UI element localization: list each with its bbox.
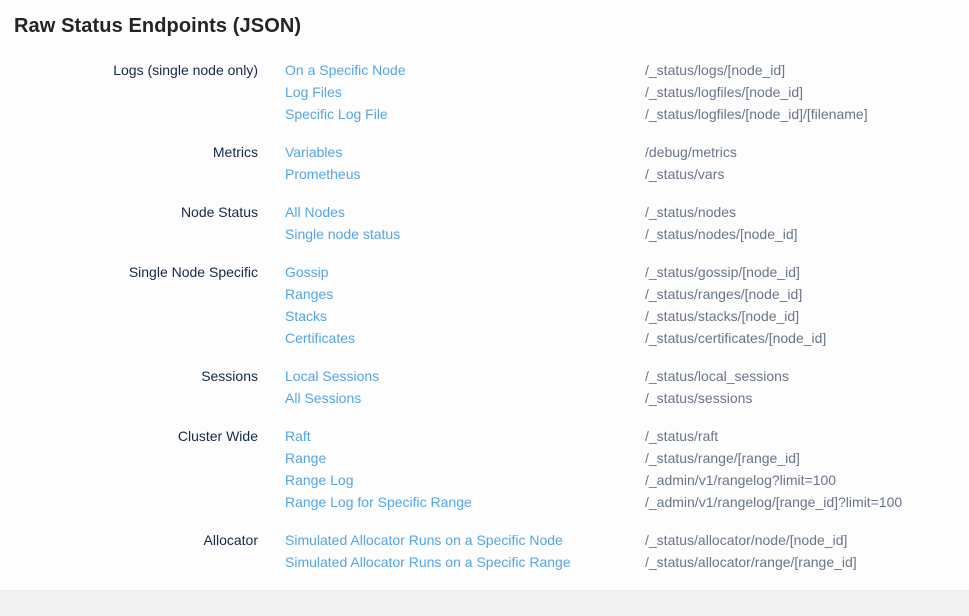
endpoint-link-cell: Raft (258, 425, 645, 447)
category-label: Single Node Specific (0, 261, 258, 283)
endpoint-row: Log Files /_status/logfiles/[node_id] (0, 81, 969, 103)
endpoint-path: /_status/allocator/range/[range_id] (645, 551, 969, 573)
endpoint-link-cell: Gossip (258, 261, 645, 283)
endpoint-link[interactable]: Raft (285, 428, 311, 444)
endpoint-row: Single Node Specific Gossip /_status/gos… (0, 261, 969, 283)
endpoint-row: Allocator Simulated Allocator Runs on a … (0, 529, 969, 551)
endpoint-link-cell: Range Log for Specific Range (258, 491, 645, 513)
category-label: Metrics (0, 141, 258, 163)
endpoint-row: All Sessions /_status/sessions (0, 387, 969, 409)
endpoint-row: Range Log for Specific Range /_admin/v1/… (0, 491, 969, 513)
endpoint-link-cell: Stacks (258, 305, 645, 327)
endpoint-link[interactable]: Stacks (285, 308, 327, 324)
endpoint-path: /_status/logfiles/[node_id]/[filename] (645, 103, 969, 125)
endpoint-path: /_status/certificates/[node_id] (645, 327, 969, 349)
endpoint-link-cell: Variables (258, 141, 645, 163)
endpoint-row: Stacks /_status/stacks/[node_id] (0, 305, 969, 327)
endpoint-link-cell: Certificates (258, 327, 645, 349)
endpoint-link[interactable]: Ranges (285, 286, 333, 302)
endpoint-link-cell: All Nodes (258, 201, 645, 223)
endpoint-row: Prometheus /_status/vars (0, 163, 969, 185)
endpoint-link-cell: Range (258, 447, 645, 469)
endpoint-path: /_status/sessions (645, 387, 969, 409)
endpoint-link[interactable]: Gossip (285, 264, 329, 280)
endpoint-path: /_status/logfiles/[node_id] (645, 81, 969, 103)
endpoint-link[interactable]: All Sessions (285, 390, 361, 406)
endpoint-row: Range Log /_admin/v1/rangelog?limit=100 (0, 469, 969, 491)
endpoint-path: /_status/local_sessions (645, 365, 969, 387)
endpoint-link[interactable]: Simulated Allocator Runs on a Specific R… (285, 554, 571, 570)
endpoint-link-cell: On a Specific Node (258, 59, 645, 81)
endpoint-row: Range /_status/range/[range_id] (0, 447, 969, 469)
endpoint-group: Logs (single node only) On a Specific No… (0, 59, 969, 125)
endpoint-link-cell: All Sessions (258, 387, 645, 409)
endpoint-path: /_status/stacks/[node_id] (645, 305, 969, 327)
endpoint-row: Simulated Allocator Runs on a Specific R… (0, 551, 969, 573)
endpoint-row: Single node status /_status/nodes/[node_… (0, 223, 969, 245)
endpoint-link[interactable]: Specific Log File (285, 106, 388, 122)
endpoint-link[interactable]: Variables (285, 144, 342, 160)
endpoint-link-cell: Single node status (258, 223, 645, 245)
endpoint-link[interactable]: Single node status (285, 226, 400, 242)
endpoint-path: /_status/range/[range_id] (645, 447, 969, 469)
endpoint-path: /_status/ranges/[node_id] (645, 283, 969, 305)
endpoint-row: Ranges /_status/ranges/[node_id] (0, 283, 969, 305)
endpoint-group: Sessions Local Sessions /_status/local_s… (0, 365, 969, 409)
endpoint-link-cell: Local Sessions (258, 365, 645, 387)
endpoint-row: Logs (single node only) On a Specific No… (0, 59, 969, 81)
endpoint-groups: Logs (single node only) On a Specific No… (0, 59, 969, 573)
endpoint-link-cell: Specific Log File (258, 103, 645, 125)
endpoint-link[interactable]: Range Log for Specific Range (285, 494, 472, 510)
endpoint-path: /_status/vars (645, 163, 969, 185)
endpoint-group: Single Node Specific Gossip /_status/gos… (0, 261, 969, 349)
endpoint-path: /_status/allocator/node/[node_id] (645, 529, 969, 551)
endpoint-link-cell: Simulated Allocator Runs on a Specific R… (258, 551, 645, 573)
endpoint-link-cell: Simulated Allocator Runs on a Specific N… (258, 529, 645, 551)
endpoint-link-cell: Log Files (258, 81, 645, 103)
endpoint-row: Node Status All Nodes /_status/nodes (0, 201, 969, 223)
endpoint-link[interactable]: Log Files (285, 84, 342, 100)
endpoint-link[interactable]: Certificates (285, 330, 355, 346)
endpoint-link-cell: Range Log (258, 469, 645, 491)
footer-band (0, 590, 969, 616)
endpoint-row: Metrics Variables /debug/metrics (0, 141, 969, 163)
endpoint-link[interactable]: Range (285, 450, 326, 466)
endpoint-link[interactable]: Local Sessions (285, 368, 379, 384)
endpoint-link[interactable]: On a Specific Node (285, 62, 406, 78)
raw-status-endpoints-page: Raw Status Endpoints (JSON) Logs (single… (0, 13, 969, 616)
category-label: Logs (single node only) (0, 59, 258, 81)
endpoint-path: /debug/metrics (645, 141, 969, 163)
category-label: Cluster Wide (0, 425, 258, 447)
endpoint-link[interactable]: Range Log (285, 472, 354, 488)
endpoint-link-cell: Ranges (258, 283, 645, 305)
endpoint-link[interactable]: All Nodes (285, 204, 345, 220)
endpoint-row: Certificates /_status/certificates/[node… (0, 327, 969, 349)
page-title: Raw Status Endpoints (JSON) (14, 13, 969, 40)
endpoint-group: Metrics Variables /debug/metrics Prometh… (0, 141, 969, 185)
endpoint-group: Cluster Wide Raft /_status/raft Range /_… (0, 425, 969, 513)
endpoint-link-cell: Prometheus (258, 163, 645, 185)
category-label: Node Status (0, 201, 258, 223)
endpoint-path: /_status/nodes (645, 201, 969, 223)
endpoint-group: Allocator Simulated Allocator Runs on a … (0, 529, 969, 573)
endpoint-group: Node Status All Nodes /_status/nodes Sin… (0, 201, 969, 245)
endpoint-path: /_status/nodes/[node_id] (645, 223, 969, 245)
endpoint-path: /_status/gossip/[node_id] (645, 261, 969, 283)
endpoint-row: Sessions Local Sessions /_status/local_s… (0, 365, 969, 387)
endpoint-path: /_status/logs/[node_id] (645, 59, 969, 81)
category-label: Sessions (0, 365, 258, 387)
endpoint-row: Specific Log File /_status/logfiles/[nod… (0, 103, 969, 125)
endpoint-path: /_admin/v1/rangelog?limit=100 (645, 469, 969, 491)
category-label: Allocator (0, 529, 258, 551)
endpoint-link[interactable]: Prometheus (285, 166, 360, 182)
endpoint-path: /_admin/v1/rangelog/[range_id]?limit=100 (645, 491, 969, 513)
endpoint-row: Cluster Wide Raft /_status/raft (0, 425, 969, 447)
endpoint-path: /_status/raft (645, 425, 969, 447)
endpoint-link[interactable]: Simulated Allocator Runs on a Specific N… (285, 532, 563, 548)
